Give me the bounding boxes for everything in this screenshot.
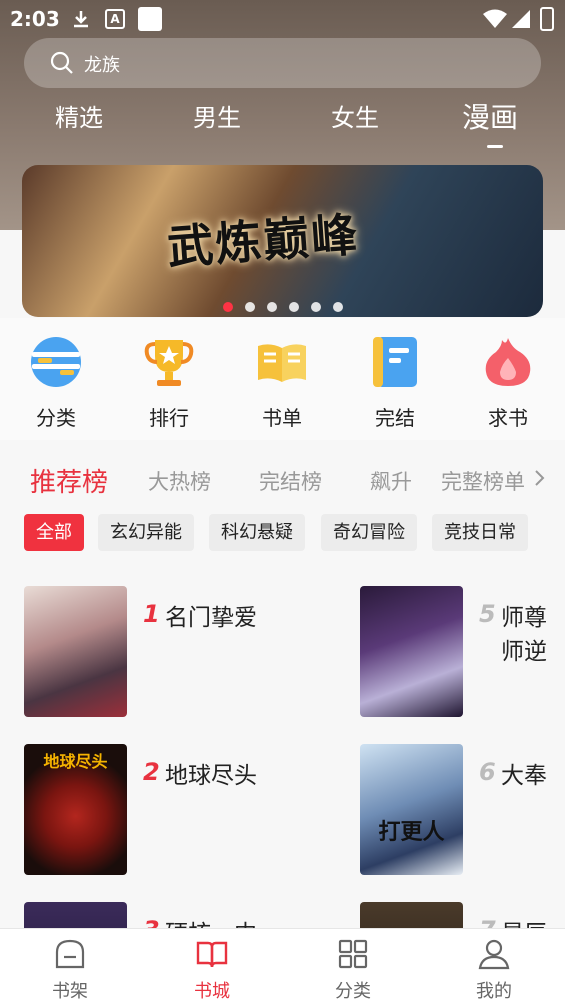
quick-item-finished[interactable]: 完结 [350, 334, 440, 434]
book-item[interactable]: 7 星辰 [360, 886, 565, 928]
chip-scifi[interactable]: 科幻悬疑 [209, 514, 305, 551]
rank-tab-finished[interactable]: 完结榜 [259, 466, 322, 496]
chip-sports[interactable]: 竞技日常 [432, 514, 528, 551]
book-title-line2: 师逆 [501, 639, 547, 665]
tab-jingxuan[interactable]: 精选 [55, 98, 103, 133]
book-cover [24, 902, 127, 928]
app-screen: 2:03 A 龙族 精选 男生 女生 漫画 武炼巅峰 分类 排行 书单 完结 求… [0, 0, 565, 1004]
bookstore-icon [196, 941, 228, 968]
category-icon [31, 337, 81, 387]
rank-tabs: 推荐榜 大热榜 完结榜 飙升 完整榜单 [0, 456, 565, 506]
quick-item-label: 求书 [488, 406, 528, 430]
banner-title: 武炼巅峰 [165, 207, 361, 275]
chip-fantasy[interactable]: 玄幻异能 [98, 514, 194, 551]
carousel-dot[interactable] [266, 302, 277, 312]
tab-male[interactable]: 男生 [193, 98, 241, 133]
nav-profile[interactable]: 我的 [444, 937, 544, 1003]
carousel-dot[interactable] [332, 302, 343, 312]
signal-icon [512, 10, 530, 28]
cover-text: 地球尽头 [43, 752, 108, 771]
nav-bookstore[interactable]: 书城 [162, 937, 262, 1003]
book-item[interactable]: 打更人 6 大奉 [360, 728, 565, 875]
book-title: 大奉 [501, 763, 547, 789]
chevron-right-icon[interactable] [533, 468, 547, 488]
rank-number: 1 [143, 600, 160, 628]
cover-text: 打更人 [378, 820, 445, 845]
book-cover: 打更人 [360, 744, 463, 875]
book-title: 师尊 [501, 605, 547, 631]
bottom-nav: 书架 书城 分类 我的 [0, 928, 565, 1004]
book-item[interactable]: 5 师尊 师逆 [360, 570, 565, 717]
rank-tab-full-list[interactable]: 完整榜单 [441, 466, 525, 496]
tab-comics[interactable]: 漫画 [462, 96, 518, 136]
carousel-dots [22, 297, 543, 312]
book-cover [360, 902, 463, 928]
nav-label: 书城 [194, 981, 230, 1002]
download-icon [74, 11, 88, 28]
quick-item-category[interactable]: 分类 [11, 334, 101, 434]
carousel-dot[interactable] [288, 302, 299, 312]
book-grid: 1 名门挚爱 地球尽头 2 地球尽头 3 硬核一中 5 师尊 师逆 打更人 6 … [0, 570, 565, 928]
rank-tab-rising[interactable]: 飙升 [370, 466, 412, 496]
banner-carousel[interactable]: 武炼巅峰 [22, 165, 543, 317]
book-cover: 地球尽头 [24, 744, 127, 875]
book-title: 地球尽头 [165, 763, 257, 789]
quick-item-label: 分类 [36, 406, 76, 430]
rank-number: 5 [479, 600, 496, 628]
search-bar[interactable]: 龙族 [24, 38, 541, 88]
battery-icon [540, 7, 554, 31]
wifi-icon [483, 9, 507, 28]
nav-bookshelf[interactable]: 书架 [20, 937, 120, 1003]
quick-item-label: 排行 [149, 406, 189, 430]
carousel-dot[interactable] [310, 302, 321, 312]
book-open-icon [258, 344, 306, 382]
book-title: 星辰 [501, 914, 547, 928]
quick-item-request[interactable]: 求书 [463, 334, 553, 434]
nav-label: 我的 [476, 981, 512, 1002]
book-cover [360, 586, 463, 717]
quick-item-label: 完结 [375, 406, 415, 430]
book-cover [24, 586, 127, 717]
quick-menu: 分类 排行 书单 完结 求书 [0, 318, 565, 440]
tab-female[interactable]: 女生 [331, 98, 379, 133]
status-time: 2:03 [10, 7, 60, 31]
rank-number: 3 [143, 916, 160, 928]
nav-label: 书架 [52, 981, 88, 1002]
genre-chips: 全部 玄幻异能 科幻悬疑 奇幻冒险 竞技日常 [0, 514, 565, 554]
book-title: 硬核一中 [165, 914, 257, 928]
nav-category[interactable]: 分类 [303, 937, 403, 1003]
notification-icon [138, 7, 162, 31]
rank-tab-recommended[interactable]: 推荐榜 [30, 462, 108, 499]
status-bar: 2:03 A [0, 0, 565, 38]
active-tab-indicator [487, 145, 503, 148]
search-icon [50, 51, 73, 74]
rank-number: 7 [479, 916, 496, 928]
bookshelf-icon [55, 939, 85, 969]
chip-all[interactable]: 全部 [24, 514, 84, 551]
profile-icon [478, 939, 510, 970]
channel-tabs: 精选 男生 女生 漫画 [0, 98, 565, 148]
flame-icon [485, 338, 531, 386]
rank-number: 2 [143, 758, 160, 786]
carousel-dot[interactable] [244, 302, 255, 312]
chip-adventure[interactable]: 奇幻冒险 [321, 514, 417, 551]
grid-icon [338, 939, 368, 969]
quick-item-booklist[interactable]: 书单 [237, 334, 327, 434]
a-badge-icon: A [105, 9, 125, 29]
book-item[interactable]: 地球尽头 2 地球尽头 [24, 728, 324, 875]
nav-label: 分类 [335, 981, 371, 1002]
finished-book-icon [373, 337, 417, 387]
carousel-dot[interactable] [222, 302, 233, 312]
quick-item-label: 书单 [262, 406, 302, 430]
rank-number: 6 [479, 758, 496, 786]
rank-tab-hot[interactable]: 大热榜 [148, 466, 211, 496]
book-item[interactable]: 1 名门挚爱 [24, 570, 324, 717]
book-title: 名门挚爱 [165, 605, 257, 631]
quick-item-ranking[interactable]: 排行 [124, 334, 214, 434]
trophy-icon [144, 340, 194, 386]
book-item[interactable]: 3 硬核一中 [24, 886, 324, 928]
search-input[interactable]: 龙族 [84, 51, 120, 77]
